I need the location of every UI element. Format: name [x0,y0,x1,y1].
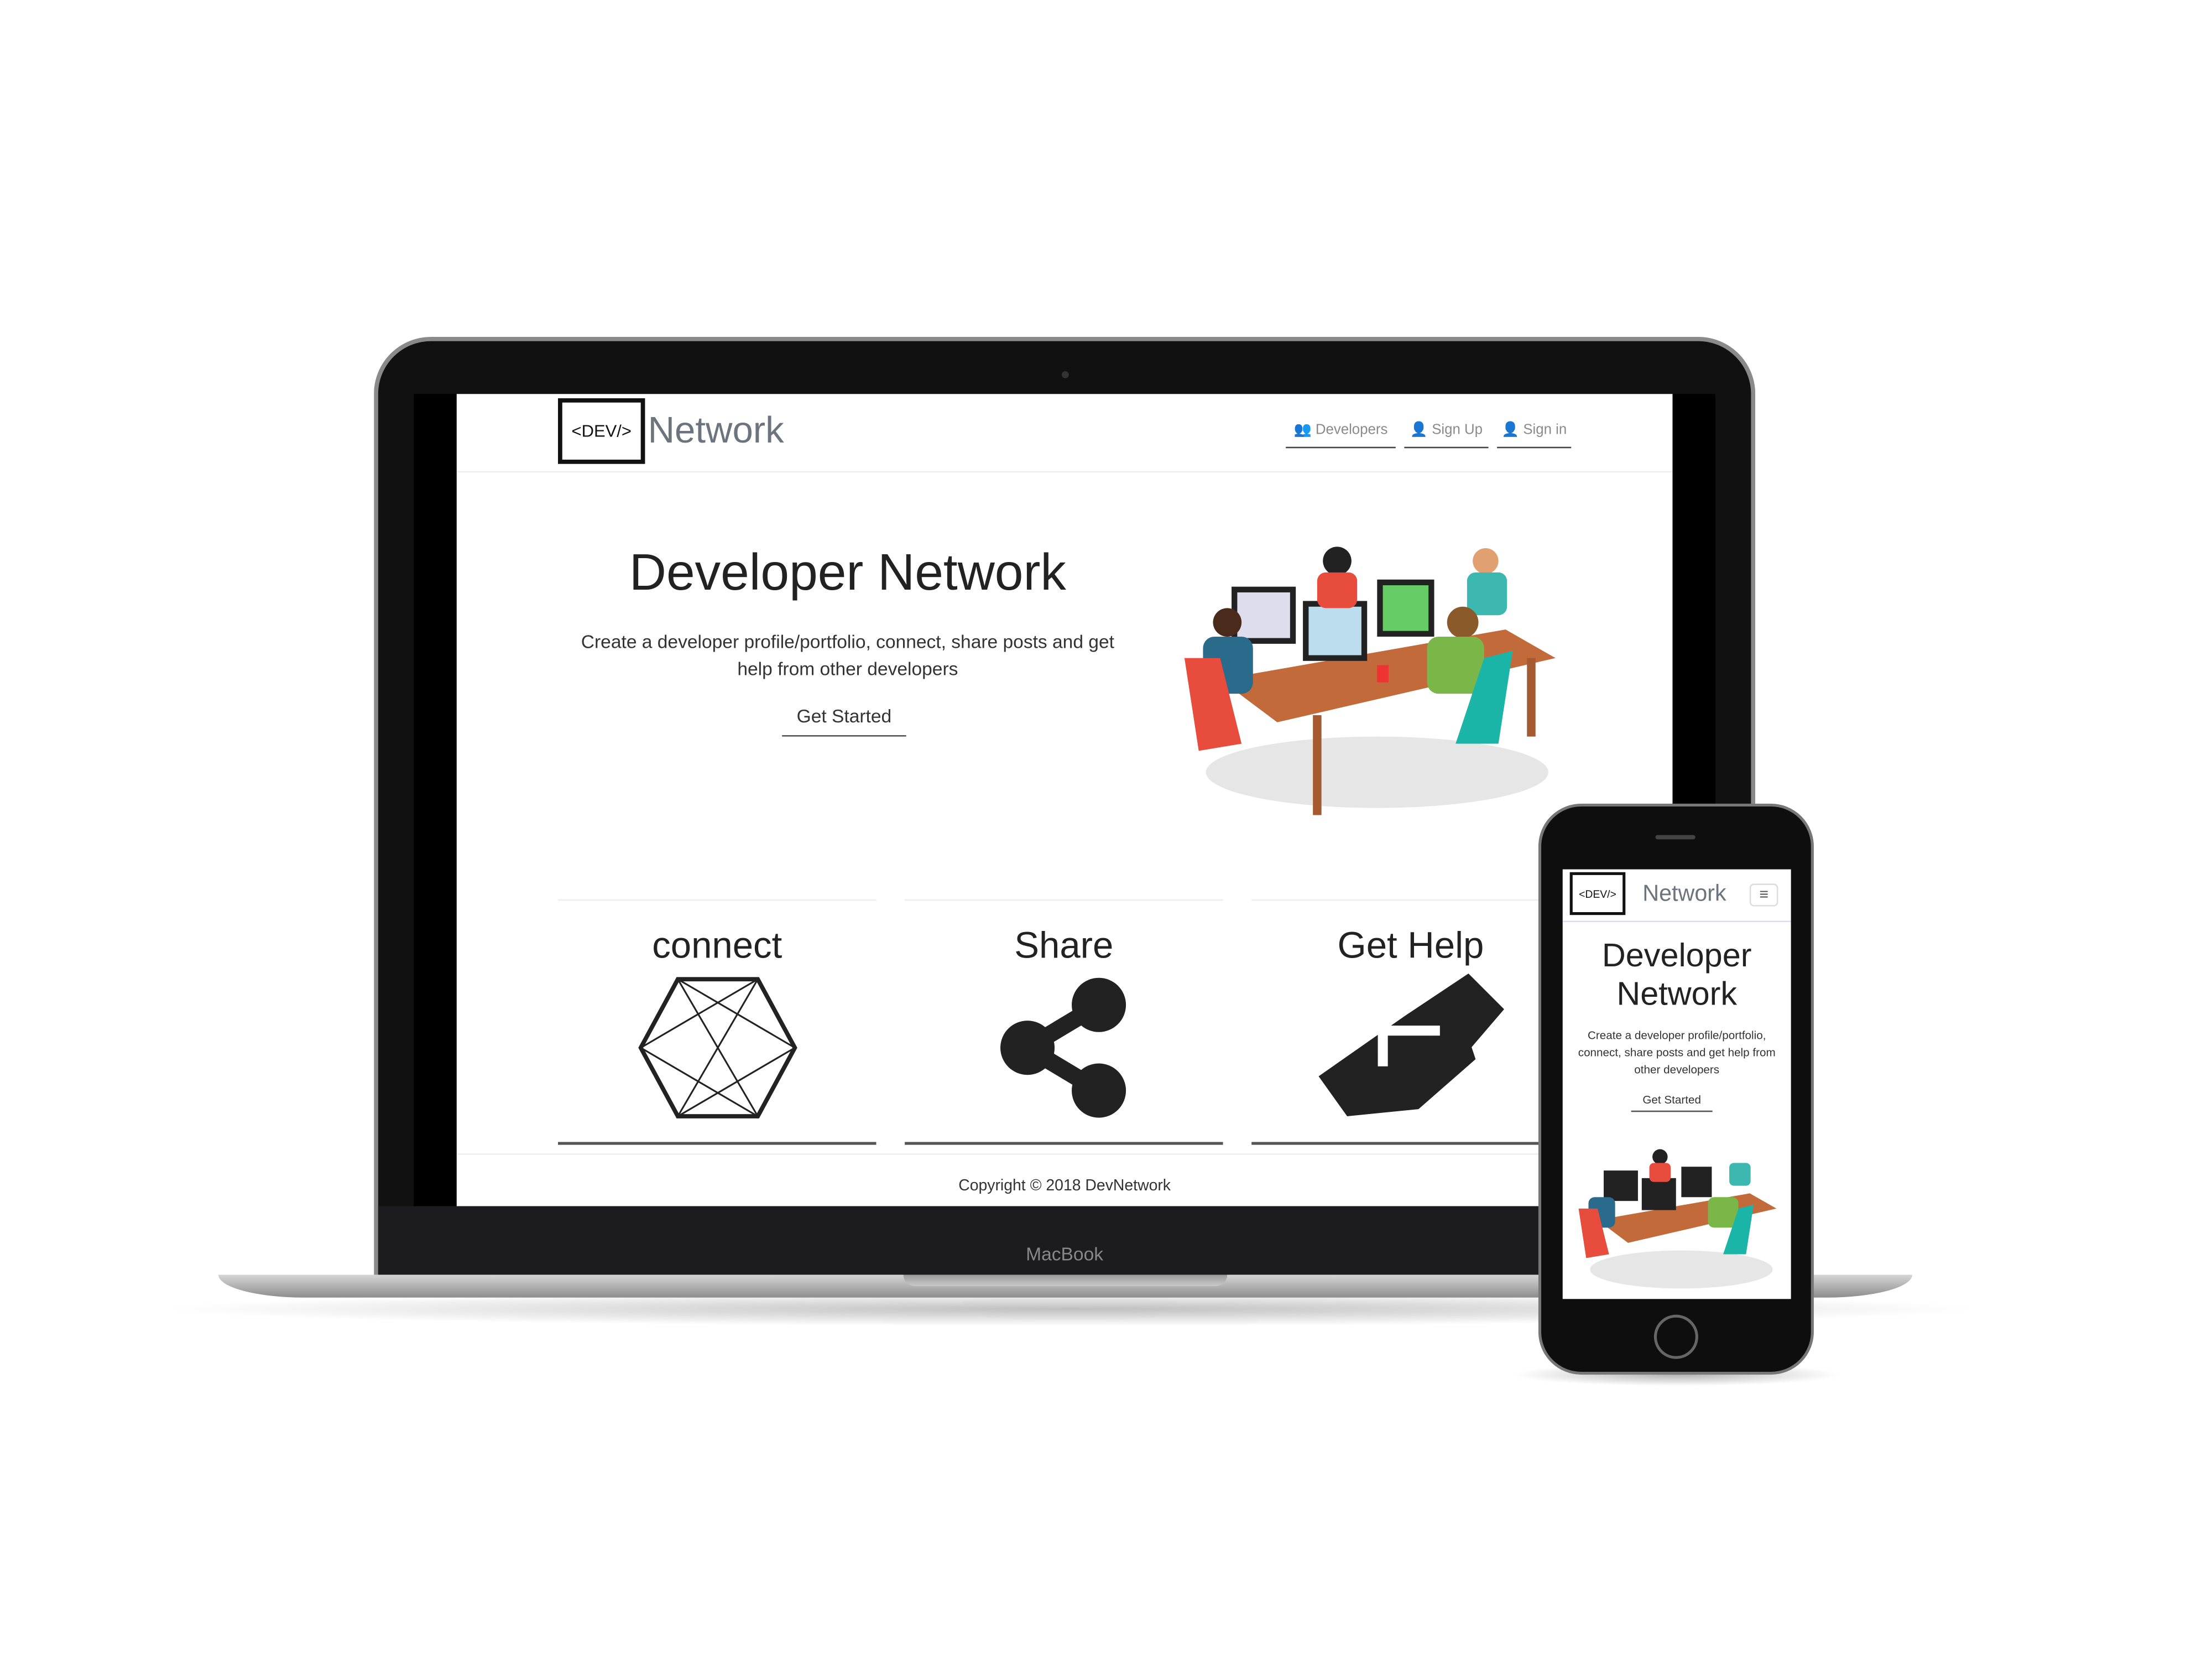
handshake-icon [1318,973,1504,1117]
feature-card-get-help: Get Help [1251,899,1570,1145]
feature-card-share: Share [905,899,1223,1145]
user-plus-icon: 👤 [1410,422,1428,439]
navbar: <DEV/> Network 👥 Developers 👤 Sign Up 👤 … [456,394,1673,473]
hero-subtitle: Create a developer profile/portfolio, co… [581,631,1114,680]
brand-name[interactable]: Network [648,408,784,452]
footer-copyright: Copyright © 2018 DevNetwork [958,1177,1171,1195]
hero-title: Developer Network [629,542,1066,601]
laptop-notch [903,1274,1228,1287]
feature-card-connect: connect [558,899,877,1145]
phone-speaker [1655,835,1695,840]
hexagon-network-icon [637,977,797,1118]
mobile-brand-name[interactable]: Network [1642,882,1726,908]
feature-title: Get Help [1337,923,1484,967]
feature-title: connect [652,923,782,967]
developers-illustration [1184,547,1556,815]
user-icon: 👤 [1501,422,1520,439]
nav-developers[interactable]: 👥 Developers [1286,422,1396,449]
share-icon [999,977,1125,1118]
mobile-get-started-button[interactable]: Get Started [1631,1094,1713,1112]
logo[interactable]: <DEV/> [558,398,645,464]
mobile-logo[interactable]: <DEV/> [1569,872,1626,915]
nav-sign-up[interactable]: 👤 Sign Up [1404,422,1489,449]
nav-sign-in[interactable]: 👤 Sign in [1497,422,1572,449]
mobile-developers-illustration [1578,1149,1777,1289]
mobile-hero-subtitle: Create a developer profile/portfolio, co… [1578,1029,1776,1076]
mobile-hero-title: Developer Network [1601,936,1752,1012]
feature-title: Share [1014,923,1114,967]
hamburger-menu-icon[interactable]: ≡ [1749,883,1778,907]
desktop-website: <DEV/> Network 👥 Developers 👤 Sign Up 👤 … [456,394,1673,1206]
phone-home-button[interactable] [1653,1314,1698,1359]
get-started-button[interactable]: Get Started [782,705,906,737]
users-icon: 👥 [1293,422,1312,439]
mobile-website: <DEV/> Network ≡ Developer Network Creat… [1562,869,1791,1299]
camera [1061,371,1069,378]
